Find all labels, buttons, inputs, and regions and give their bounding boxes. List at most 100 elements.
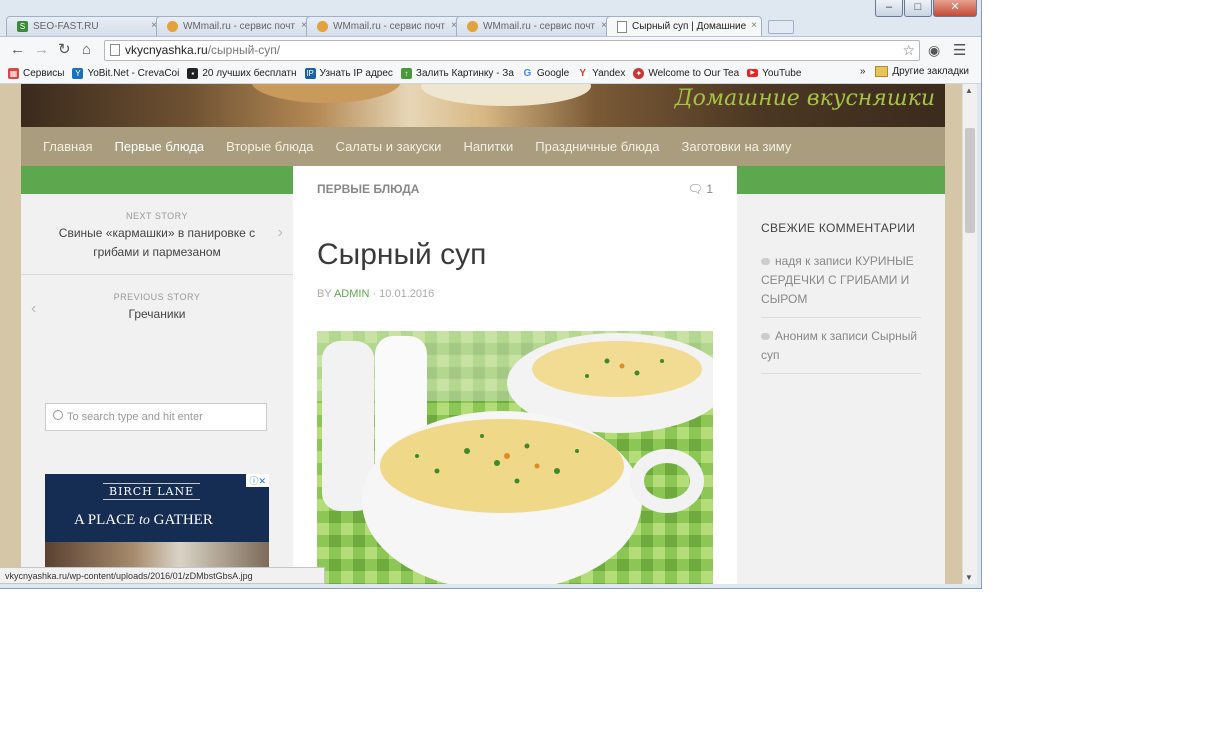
bookmark-upload[interactable]: ↑ Залить Картинку - За bbox=[400, 67, 514, 79]
new-tab-button[interactable] bbox=[768, 20, 794, 34]
previous-story[interactable]: PREVIOUS STORY Гречаники ‹ bbox=[21, 275, 293, 345]
other-bookmarks-button[interactable]: Другие закладки bbox=[892, 66, 969, 77]
post-image[interactable] bbox=[317, 331, 713, 584]
youtube-icon: ▶ bbox=[747, 69, 759, 77]
comments-icon: 🗨 bbox=[687, 182, 703, 196]
browser-toolbar: ← → ↻ ⌂ vkycnyashka.ru/сырный-суп/ ☆ ◉ ☰ bbox=[0, 36, 981, 64]
post-date: · 10.01.2016 bbox=[369, 288, 435, 300]
home-icon[interactable]: ⌂ bbox=[82, 41, 91, 59]
bookmark-yobit[interactable]: Y YoBit.Net - CrevaCoi bbox=[72, 67, 180, 79]
tab-seo-fast[interactable]: S SEO-FAST.RU × bbox=[6, 16, 162, 36]
recent-comment[interactable]: надя к записи КУРИНЫЕ СЕРДЕЧКИ С ГРИБАМИ… bbox=[761, 252, 921, 318]
close-window-button[interactable]: ✕ bbox=[933, 0, 977, 17]
nav-item-home[interactable]: Главная bbox=[43, 139, 92, 154]
scroll-up-icon[interactable]: ▲ bbox=[965, 86, 973, 95]
recent-comment-text[interactable]: надя к записи КУРИНЫЕ СЕРДЕЧКИ С ГРИБАМИ… bbox=[761, 254, 914, 306]
list-icon: ▪ bbox=[187, 67, 199, 79]
site-header-banner: Домашние вкусняшки bbox=[21, 84, 945, 127]
bookmark-label: YouTube bbox=[762, 67, 802, 79]
forward-icon[interactable]: → bbox=[34, 41, 49, 59]
tab-title: SEO-FAST.RU bbox=[33, 21, 99, 32]
tab-close-icon[interactable]: × bbox=[751, 20, 757, 31]
ad-choices-icon[interactable]: ⓘ✕ bbox=[246, 474, 269, 487]
bookmark-label: Залить Картинку - За bbox=[415, 67, 514, 79]
cheese-soup-photo bbox=[317, 331, 713, 584]
bookmark-label: YoBit.Net - CrevaCoi bbox=[87, 67, 180, 79]
nav-item-holiday[interactable]: Праздничные блюда bbox=[535, 139, 659, 154]
scrollbar-thumb[interactable] bbox=[965, 128, 975, 233]
nav-item-first-courses[interactable]: Первые блюда bbox=[114, 139, 204, 154]
tab-active-cheese-soup[interactable]: Сырный суп | Домашние × bbox=[606, 16, 762, 36]
nav-item-second-courses[interactable]: Вторые блюда bbox=[226, 139, 313, 154]
left-sidebar-header bbox=[21, 166, 293, 194]
page-info-icon[interactable] bbox=[110, 44, 120, 56]
recent-comments-heading: СВЕЖИЕ КОММЕНТАРИИ bbox=[761, 221, 916, 235]
url-text[interactable]: vkycnyashka.ru/сырный-суп/ bbox=[125, 43, 280, 57]
main-nav: Главная Первые блюда Вторые блюда Салаты… bbox=[21, 127, 945, 166]
nav-item-preserves[interactable]: Заготовки на зиму bbox=[682, 139, 792, 154]
search-icon bbox=[53, 410, 63, 420]
back-icon[interactable]: ← bbox=[10, 41, 25, 59]
post-meta: BY ADMIN · 10.01.2016 bbox=[317, 288, 434, 300]
bookmarks-bar: ▦ Сервисы Y YoBit.Net - CrevaCoi ▪ 20 лучши… bbox=[0, 63, 981, 84]
tab-wmmail-2[interactable]: WMmail.ru - сервис почт × bbox=[306, 16, 462, 36]
bookmark-services[interactable]: ▦ Сервисы bbox=[8, 67, 65, 79]
extension-globe-icon[interactable]: ◉ bbox=[928, 42, 940, 59]
tab-wmmail-1[interactable]: WMmail.ru - сервис почт × bbox=[156, 16, 312, 36]
bookmark-youtube[interactable]: ▶ YouTube bbox=[747, 68, 801, 79]
wmmail-favicon-icon bbox=[317, 21, 328, 32]
tab-title: WMmail.ru - сервис почт bbox=[183, 21, 296, 32]
bookmarks-right: » Другие закладки bbox=[860, 66, 969, 77]
previous-story-label: PREVIOUS STORY bbox=[113, 292, 201, 302]
bookmark-label: Сервисы bbox=[23, 67, 65, 79]
ad-slogan-part: A PLACE bbox=[74, 512, 136, 528]
next-story[interactable]: NEXT STORY Свиные «кармашки» в панировке… bbox=[21, 194, 293, 275]
ad-slogan: A PLACE to GATHER bbox=[74, 512, 213, 529]
nav-item-salads[interactable]: Салаты и закуски bbox=[336, 139, 442, 154]
team-icon: ✦ bbox=[633, 67, 645, 79]
comment-bubble-icon bbox=[761, 333, 770, 340]
previous-story-title[interactable]: Гречаники bbox=[21, 305, 293, 324]
bookmark-20-best[interactable]: ▪ 20 лучших бесплатн bbox=[187, 67, 297, 79]
folder-icon bbox=[875, 66, 889, 77]
comment-count-value: 1 bbox=[706, 182, 713, 196]
address-bar[interactable]: vkycnyashka.ru/сырный-суп/ ☆ bbox=[104, 40, 920, 61]
bookmark-label: Узнать IP адрес bbox=[319, 67, 393, 79]
scroll-down-icon[interactable]: ▼ bbox=[965, 573, 973, 582]
tab-wmmail-3[interactable]: WMmail.ru - сервис почт × bbox=[456, 16, 612, 36]
menu-icon[interactable]: ☰ bbox=[953, 41, 966, 59]
window-controls: – □ ✕ bbox=[875, 0, 977, 17]
post-category[interactable]: ПЕРВЫЕ БЛЮДА bbox=[317, 182, 419, 196]
chevron-left-icon[interactable]: ‹ bbox=[31, 300, 36, 318]
wmmail-favicon-icon bbox=[167, 21, 178, 32]
header-food-image bbox=[421, 84, 591, 106]
recent-comment[interactable]: Аноним к записи Сырный суп bbox=[761, 327, 921, 374]
post-title: Сырный суп bbox=[317, 238, 487, 271]
minimize-button[interactable]: – bbox=[875, 0, 903, 17]
bookmark-star-icon[interactable]: ☆ bbox=[902, 42, 915, 59]
search-input[interactable]: To search type and hit enter bbox=[45, 403, 267, 431]
more-bookmarks-button[interactable]: » bbox=[860, 66, 866, 77]
nav-item-drinks[interactable]: Напитки bbox=[463, 139, 513, 154]
upload-icon: ↑ bbox=[400, 67, 412, 79]
post-author[interactable]: ADMIN bbox=[334, 288, 369, 300]
yandex-icon: Y bbox=[577, 67, 589, 79]
vertical-scrollbar[interactable]: ▲ ▼ bbox=[962, 84, 977, 584]
google-icon: G bbox=[521, 67, 533, 79]
right-sidebar-header bbox=[737, 166, 945, 194]
bookmark-google[interactable]: G Google bbox=[521, 67, 569, 79]
bookmark-yandex[interactable]: Y Yandex bbox=[577, 67, 625, 79]
reload-icon[interactable]: ↻ bbox=[58, 41, 71, 59]
maximize-button[interactable]: □ bbox=[904, 0, 932, 17]
comment-count[interactable]: 🗨 1 bbox=[688, 182, 713, 196]
main-content: ПЕРВЫЕ БЛЮДА 🗨 1 Сырный суп BY ADMIN · 1… bbox=[293, 166, 737, 584]
url-host: vkycnyashka.ru bbox=[125, 43, 208, 57]
page-icon bbox=[617, 20, 627, 33]
bookmark-ip[interactable]: IP Узнать IP адрес bbox=[304, 67, 393, 79]
bookmark-label: Welcome to Our Tea bbox=[648, 67, 740, 79]
recent-comment-text[interactable]: Аноним к записи Сырный суп bbox=[761, 329, 917, 362]
next-story-title[interactable]: Свиные «кармашки» в панировке с грибами … bbox=[21, 224, 293, 262]
seo-fast-favicon-icon: S bbox=[17, 21, 28, 32]
chevron-right-icon[interactable]: › bbox=[278, 224, 283, 242]
bookmark-welcome[interactable]: ✦ Welcome to Our Tea bbox=[633, 67, 740, 79]
